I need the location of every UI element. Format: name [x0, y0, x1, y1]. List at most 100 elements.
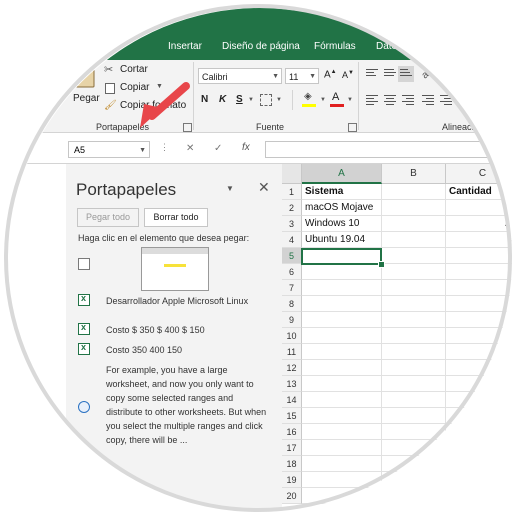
- row-header-17[interactable]: 17: [282, 440, 302, 456]
- cell-b8[interactable]: [382, 296, 446, 312]
- close-pane-button[interactable]: ✕: [258, 179, 270, 196]
- row-header-16[interactable]: 16: [282, 424, 302, 440]
- cell-c2[interactable]: 10: [446, 200, 512, 216]
- formula-input[interactable]: [265, 141, 512, 158]
- cell-b2[interactable]: [382, 200, 446, 216]
- row-header-7[interactable]: 7: [282, 280, 302, 296]
- clipboard-image-thumbnail[interactable]: [141, 247, 209, 291]
- tab-inicio[interactable]: Inicio: [8, 8, 52, 27]
- align-middle-button[interactable]: [384, 69, 396, 79]
- cell-c8[interactable]: [446, 296, 512, 312]
- column-header-a[interactable]: A: [302, 164, 382, 184]
- formula-bar-options-icon[interactable]: ⋮: [160, 142, 169, 153]
- cell-a3[interactable]: Windows 10: [302, 216, 382, 232]
- tab-formulas[interactable]: Fórmulas: [314, 41, 356, 52]
- cell-a17[interactable]: [302, 440, 382, 456]
- cell-a8[interactable]: [302, 296, 382, 312]
- cell-c10[interactable]: [446, 328, 512, 344]
- cell-a9[interactable]: [302, 312, 382, 328]
- decrease-indent-button[interactable]: [422, 95, 434, 105]
- cell-a14[interactable]: [302, 392, 382, 408]
- italic-button[interactable]: K: [219, 94, 226, 105]
- fill-color-button[interactable]: ◈: [302, 91, 318, 108]
- cell-a6[interactable]: [302, 264, 382, 280]
- row-header-8[interactable]: 8: [282, 296, 302, 312]
- cancel-button[interactable]: ✕: [186, 143, 194, 154]
- row-header-15[interactable]: 15: [282, 408, 302, 424]
- cell-a11[interactable]: [302, 344, 382, 360]
- cell-c9[interactable]: [446, 312, 512, 328]
- cell-b9[interactable]: [382, 312, 446, 328]
- paste-button[interactable]: Pegar: [70, 60, 100, 110]
- cell-b19[interactable]: [382, 472, 446, 488]
- cell-a7[interactable]: [302, 280, 382, 296]
- orientation-button[interactable]: ab: [420, 66, 436, 82]
- select-all-button[interactable]: [282, 164, 302, 184]
- cell-a20[interactable]: [302, 488, 382, 504]
- cell-b7[interactable]: [382, 280, 446, 296]
- cell-c4[interactable]: 5: [446, 232, 512, 248]
- cell-a2[interactable]: macOS Mojave: [302, 200, 382, 216]
- paste-all-button[interactable]: Pegar todo: [77, 208, 139, 227]
- underline-dropdown-icon[interactable]: ▼: [248, 97, 254, 103]
- row-header-1[interactable]: 1: [282, 184, 302, 200]
- font-size-select[interactable]: 11 ▼: [285, 68, 319, 84]
- align-right-button[interactable]: [402, 95, 414, 105]
- cell-b14[interactable]: [382, 392, 446, 408]
- name-box[interactable]: A5 ▼: [68, 141, 150, 158]
- cell-c3[interactable]: 20: [446, 216, 512, 232]
- cell-a18[interactable]: [302, 456, 382, 472]
- fill-color-dropdown-icon[interactable]: ▼: [320, 97, 326, 103]
- row-header-13[interactable]: 13: [282, 376, 302, 392]
- cell-c15[interactable]: [446, 408, 512, 424]
- cell-c18[interactable]: [446, 456, 512, 472]
- clear-all-button[interactable]: Borrar todo: [144, 208, 208, 227]
- cell-b20[interactable]: [382, 488, 446, 504]
- selected-cell-a5[interactable]: [301, 248, 382, 265]
- row-header-3[interactable]: 3: [282, 216, 302, 232]
- column-header-b[interactable]: B: [382, 164, 446, 184]
- cell-b1[interactable]: [382, 184, 446, 200]
- insert-function-button[interactable]: fx: [242, 142, 250, 153]
- fill-handle[interactable]: [378, 261, 385, 268]
- increase-indent-button[interactable]: [440, 95, 452, 105]
- cell-c1[interactable]: Cantidad: [446, 184, 512, 200]
- cell-c20[interactable]: [446, 488, 512, 504]
- shrink-font-button[interactable]: A▼: [342, 70, 354, 80]
- tab-datos[interactable]: Datos: [376, 41, 402, 52]
- cell-a16[interactable]: [302, 424, 382, 440]
- font-launcher-icon[interactable]: [348, 123, 357, 132]
- cell-b10[interactable]: [382, 328, 446, 344]
- cell-c13[interactable]: [446, 376, 512, 392]
- row-header-4[interactable]: 4: [282, 232, 302, 248]
- cell-b3[interactable]: [382, 216, 446, 232]
- row-header-6[interactable]: 6: [282, 264, 302, 280]
- cell-a19[interactable]: [302, 472, 382, 488]
- borders-button[interactable]: [260, 94, 272, 106]
- cell-b5[interactable]: [382, 248, 446, 264]
- pane-options-button[interactable]: ▼: [226, 184, 234, 193]
- cell-b12[interactable]: [382, 360, 446, 376]
- grow-font-button[interactable]: A▲: [324, 69, 337, 80]
- cell-b15[interactable]: [382, 408, 446, 424]
- cell-c7[interactable]: [446, 280, 512, 296]
- worksheet-grid[interactable]: A B C 1 2 3 4 5 6 7 8 9 10 11 12 13 14 15 16 17 18 19 20 Si…: [282, 164, 512, 512]
- column-header-c[interactable]: C: [446, 164, 512, 184]
- cell-b6[interactable]: [382, 264, 446, 280]
- align-top-button[interactable]: [366, 69, 378, 79]
- row-header-11[interactable]: 11: [282, 344, 302, 360]
- cell-c17[interactable]: [446, 440, 512, 456]
- cell-b16[interactable]: [382, 424, 446, 440]
- cell-b17[interactable]: [382, 440, 446, 456]
- row-header-12[interactable]: 12: [282, 360, 302, 376]
- cell-a15[interactable]: [302, 408, 382, 424]
- font-color-button[interactable]: A: [330, 91, 344, 108]
- cell-b4[interactable]: [382, 232, 446, 248]
- row-header-10[interactable]: 10: [282, 328, 302, 344]
- row-header-20[interactable]: 20: [282, 488, 302, 504]
- cell-a12[interactable]: [302, 360, 382, 376]
- row-header-2[interactable]: 2: [282, 200, 302, 216]
- align-center-button[interactable]: [384, 95, 396, 105]
- row-header-5[interactable]: 5: [282, 248, 302, 264]
- cell-c11[interactable]: [446, 344, 512, 360]
